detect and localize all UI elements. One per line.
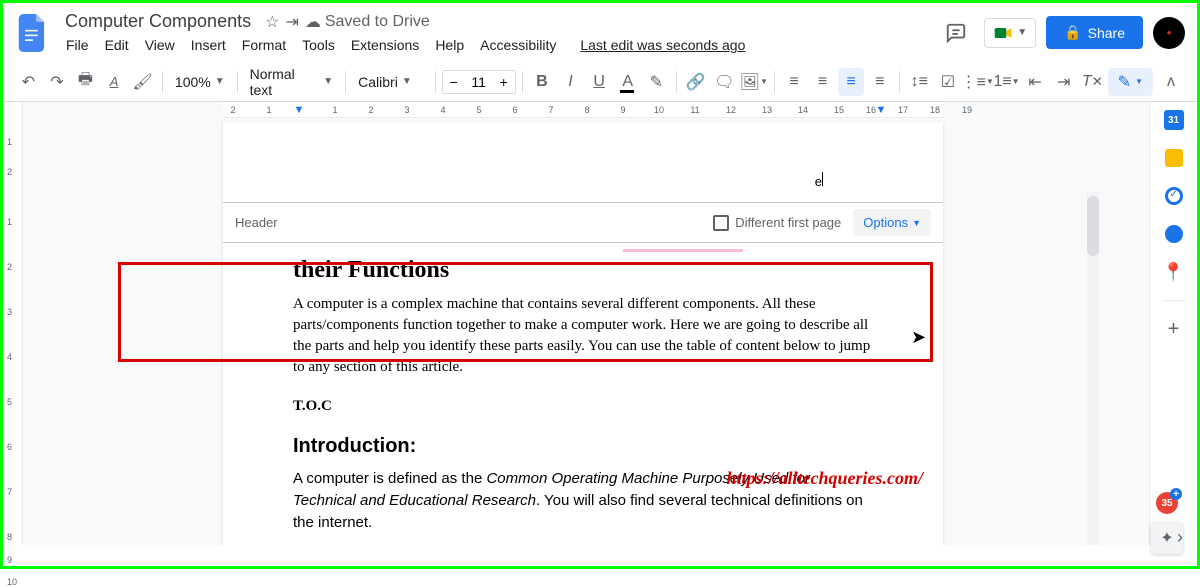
paragraph[interactable]: A computer is a complex machine that con…: [293, 294, 873, 378]
align-right-button[interactable]: ≡: [866, 68, 893, 96]
font-size-decrease[interactable]: −: [443, 71, 465, 93]
heading-introduction[interactable]: Introduction:: [293, 435, 873, 458]
header-text: e: [815, 172, 823, 189]
font-select[interactable]: Calibri▼: [352, 70, 429, 94]
menu-view[interactable]: View: [138, 34, 182, 56]
bold-button[interactable]: B: [529, 68, 556, 96]
highlight-button[interactable]: ✎: [643, 68, 670, 96]
share-button[interactable]: 🔒 Share: [1046, 16, 1143, 49]
italic-button[interactable]: I: [557, 68, 584, 96]
vertical-ruler: 121 234 567 8910: [3, 102, 23, 545]
font-size-increase[interactable]: +: [493, 71, 515, 93]
print-button[interactable]: 🖶: [72, 68, 99, 96]
align-justify-button[interactable]: ≡: [838, 68, 865, 96]
last-edit-link[interactable]: Last edit was seconds ago: [573, 34, 752, 56]
font-size-control: − +: [442, 70, 516, 94]
notification-badge[interactable]: 35: [1156, 492, 1178, 514]
font-size-input[interactable]: [465, 74, 493, 90]
underline-button[interactable]: U: [586, 68, 613, 96]
document-page[interactable]: e Header Different first page Options▼: [223, 122, 943, 545]
align-left-button[interactable]: ≡: [781, 68, 808, 96]
menu-edit[interactable]: Edit: [98, 34, 136, 56]
comments-icon[interactable]: [938, 15, 974, 51]
scroll-thumb[interactable]: [1087, 196, 1099, 256]
editing-mode-button[interactable]: ✎▼: [1108, 68, 1153, 96]
indent-increase-button[interactable]: ⇥: [1050, 68, 1077, 96]
maps-icon[interactable]: 📍: [1164, 262, 1184, 282]
collapse-toolbar-button[interactable]: ʌ: [1157, 68, 1185, 96]
style-select[interactable]: Normal text▼: [244, 62, 340, 102]
undo-button[interactable]: ↶: [15, 68, 42, 96]
horizontal-ruler[interactable]: 21 ▼ 123 456 789 101112 131415 16 ▼ 1718…: [223, 102, 943, 118]
right-indent-marker-icon[interactable]: ▼: [876, 104, 887, 116]
star-icon[interactable]: ☆: [265, 12, 279, 32]
menu-accessibility[interactable]: Accessibility: [473, 34, 563, 56]
scrollbar[interactable]: [1087, 192, 1099, 545]
toolbar: ↶ ↷ 🖶 A 🖌 100%▼ Normal text▼ Calibri▼ − …: [3, 62, 1197, 102]
meet-button[interactable]: ▼: [984, 18, 1036, 48]
image-button[interactable]: 🖼▼: [740, 68, 768, 96]
watermark-text: https://alltechqueries.com/: [727, 468, 924, 489]
strikethrough-mark: [623, 249, 743, 252]
indent-decrease-button[interactable]: ⇤: [1022, 68, 1049, 96]
checklist-button[interactable]: ☑: [935, 68, 962, 96]
header-edit-area[interactable]: e: [223, 122, 943, 202]
bullet-list-button[interactable]: ⋮≡▼: [963, 68, 991, 96]
menu-insert[interactable]: Insert: [184, 34, 233, 56]
document-heading[interactable]: their Functions: [293, 257, 873, 284]
line-spacing-button[interactable]: ↕≡: [906, 68, 933, 96]
indent-marker-icon[interactable]: ▼: [294, 104, 305, 116]
menu-file[interactable]: File: [59, 34, 96, 56]
numbered-list-button[interactable]: 1≡▼: [993, 68, 1020, 96]
side-panel: 31 📍 +: [1149, 102, 1197, 545]
different-first-page-checkbox[interactable]: Different first page: [713, 215, 841, 231]
header-label: Header: [235, 215, 278, 230]
header-toolbar: Header Different first page Options▼: [223, 202, 943, 243]
menu-bar: File Edit View Insert Format Tools Exten…: [59, 34, 930, 56]
text-color-button[interactable]: A: [614, 68, 641, 96]
redo-button[interactable]: ↷: [44, 68, 71, 96]
menu-extensions[interactable]: Extensions: [344, 34, 426, 56]
menu-help[interactable]: Help: [428, 34, 471, 56]
contacts-icon[interactable]: [1164, 224, 1184, 244]
menu-tools[interactable]: Tools: [295, 34, 342, 56]
link-button[interactable]: 🔗: [683, 68, 710, 96]
zoom-select[interactable]: 100%▼: [169, 70, 231, 94]
addons-icon[interactable]: +: [1164, 319, 1184, 339]
spellcheck-button[interactable]: A: [101, 68, 128, 96]
tasks-icon[interactable]: [1164, 186, 1184, 206]
comment-button[interactable]: 🗨: [711, 68, 738, 96]
clear-format-button[interactable]: T✕: [1079, 68, 1106, 96]
keep-icon[interactable]: [1164, 148, 1184, 168]
calendar-icon[interactable]: 31: [1164, 110, 1184, 130]
toc-label[interactable]: T.O.C: [293, 396, 873, 417]
cursor-icon: ➤: [911, 327, 926, 348]
paint-format-button[interactable]: 🖌: [129, 68, 156, 96]
document-title[interactable]: Computer Components: [59, 9, 257, 34]
lock-icon: 🔒: [1064, 24, 1081, 41]
docs-logo-icon[interactable]: [15, 15, 51, 51]
align-center-button[interactable]: ≡: [809, 68, 836, 96]
menu-format[interactable]: Format: [235, 34, 293, 56]
header-options-button[interactable]: Options▼: [853, 209, 931, 236]
paragraph[interactable]: But in simple words, a computer is a mac…: [293, 544, 873, 545]
checkbox-icon: [713, 215, 729, 231]
move-icon[interactable]: ⇥: [285, 12, 298, 32]
side-panel-toggle-icon[interactable]: ›: [1177, 527, 1183, 548]
account-avatar[interactable]: ●: [1153, 17, 1185, 49]
saved-status: ☁ Saved to Drive: [305, 12, 430, 32]
